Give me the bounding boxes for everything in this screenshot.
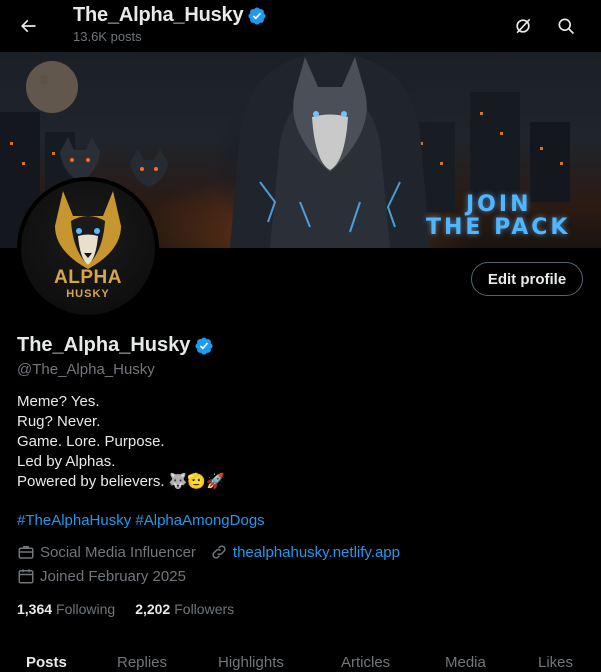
- following-count: 1,364: [17, 601, 53, 617]
- bio-line: Powered by believers. 🐺🫡🚀: [17, 473, 225, 490]
- grok-button[interactable]: [507, 10, 539, 42]
- profile-joined-date: Joined February 2025: [40, 567, 186, 585]
- profile-website-link[interactable]: thealphahusky.netlify.app: [233, 544, 400, 561]
- link-icon: [210, 543, 228, 561]
- followers-link[interactable]: 2,202 Followers: [135, 601, 234, 617]
- tab-replies[interactable]: Replies: [117, 654, 167, 671]
- arrow-left-icon: [20, 19, 36, 33]
- search-icon: [558, 18, 575, 35]
- bio-line: Meme? Yes.: [17, 393, 100, 410]
- followers-count: 2,202: [135, 601, 171, 617]
- bio-hashtags: #TheAlphaHusky #AlphaAmongDogs: [17, 512, 265, 529]
- tab-likes[interactable]: Likes: [538, 654, 573, 671]
- avatar-word-alpha: ALPHA: [54, 267, 122, 288]
- bio-line: Game. Lore. Purpose.: [17, 433, 165, 450]
- hashtag-link[interactable]: #AlphaAmongDogs: [135, 512, 264, 529]
- banner-text-line1: JOIN: [466, 192, 532, 217]
- verified-badge-icon: [248, 6, 266, 25]
- bio-line: Led by Alphas.: [17, 453, 116, 470]
- profile-bio: Meme? Yes. Rug? Never. Game. Lore. Purpo…: [17, 392, 225, 492]
- tab-articles[interactable]: Articles: [341, 654, 390, 671]
- profile-name-row: The_Alpha_Husky: [17, 334, 214, 357]
- following-link[interactable]: 1,364 Following: [17, 601, 115, 617]
- edit-profile-button[interactable]: Edit profile: [471, 262, 583, 296]
- back-button[interactable]: [12, 10, 44, 42]
- profile-category: Social Media Influencer: [40, 543, 196, 561]
- bio-line: Rug? Never.: [17, 413, 101, 430]
- avatar-word-husky: HUSKY: [66, 288, 110, 300]
- posts-count: 13.6K posts: [73, 29, 142, 44]
- avatar-logo: ALPHA HUSKY: [21, 181, 155, 315]
- profile-handle: @The_Alpha_Husky: [17, 361, 155, 378]
- verified-badge-icon[interactable]: [194, 336, 214, 356]
- search-button[interactable]: [550, 10, 582, 42]
- top-bar: The_Alpha_Husky 13.6K posts: [0, 0, 601, 52]
- briefcase-icon: [17, 543, 35, 561]
- banner-text-line2: THE PACK: [426, 215, 571, 240]
- hashtag-link[interactable]: #TheAlphaHusky: [17, 512, 131, 529]
- tab-highlights[interactable]: Highlights: [218, 654, 284, 671]
- tab-posts[interactable]: Posts: [26, 654, 67, 671]
- tab-media[interactable]: Media: [445, 654, 486, 671]
- header-title: The_Alpha_Husky: [73, 4, 244, 26]
- avatar[interactable]: ALPHA HUSKY: [17, 177, 159, 319]
- grok-icon: [516, 18, 531, 34]
- followers-label: Followers: [174, 601, 235, 617]
- profile-display-name: The_Alpha_Husky: [17, 334, 191, 356]
- profile-tabs: Posts Replies Highlights Articles Media …: [0, 650, 601, 672]
- profile-meta-row: Joined February 2025: [17, 567, 186, 585]
- profile-meta-row: Social Media Influencer thealphahusky.ne…: [17, 543, 400, 561]
- header-title-block: The_Alpha_Husky 13.6K posts: [73, 4, 267, 44]
- calendar-icon: [17, 567, 35, 585]
- following-label: Following: [56, 601, 116, 617]
- follow-stats: 1,364 Following 2,202 Followers: [17, 601, 234, 617]
